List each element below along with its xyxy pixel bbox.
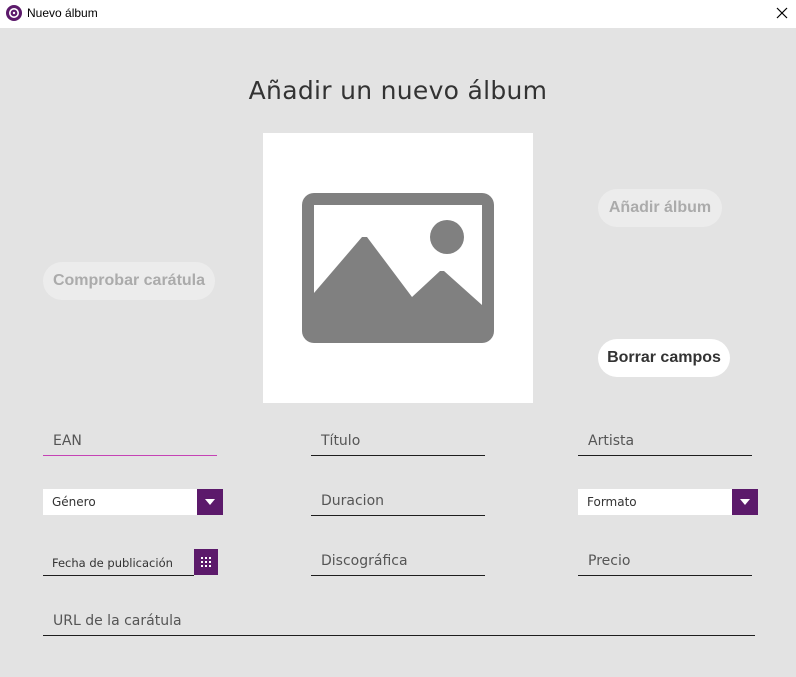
add-album-button[interactable]: Añadir álbum [598, 189, 722, 227]
clear-fields-button[interactable]: Borrar campos [598, 339, 730, 377]
image-placeholder-icon [302, 193, 494, 343]
artist-field[interactable]: Artista [578, 428, 752, 456]
close-icon [776, 7, 788, 19]
duration-placeholder: Duracion [321, 493, 385, 509]
format-placeholder: Formato [587, 495, 637, 509]
date-picker-button[interactable] [194, 549, 218, 575]
record-label-field[interactable]: Discográfica [311, 548, 485, 576]
genre-select[interactable]: Género [43, 489, 223, 515]
app-icon [6, 5, 22, 21]
window-title: Nuevo álbum [27, 6, 98, 20]
format-select[interactable]: Formato [578, 489, 758, 515]
cover-url-placeholder: URL de la carátula [53, 613, 182, 629]
release-date-field[interactable]: Fecha de publicación [43, 549, 194, 576]
duration-field[interactable]: Duracion [311, 488, 485, 516]
calendar-icon [201, 557, 211, 567]
page-title: Añadir un nuevo álbum [248, 76, 548, 105]
record-label-placeholder: Discográfica [321, 553, 408, 569]
ean-placeholder: EAN [53, 433, 82, 449]
format-dropdown-button[interactable] [732, 489, 758, 515]
price-field[interactable]: Precio [578, 548, 752, 576]
cover-preview [263, 133, 533, 403]
cover-url-field[interactable]: URL de la carátula [43, 608, 755, 636]
artist-placeholder: Artista [588, 433, 635, 449]
release-date-placeholder: Fecha de publicación [52, 556, 173, 570]
title-field[interactable]: Título [311, 428, 485, 456]
ean-field[interactable]: EAN [43, 428, 217, 456]
genre-dropdown-button[interactable] [197, 489, 223, 515]
chevron-down-icon [205, 499, 215, 505]
check-cover-button[interactable]: Comprobar carátula [43, 262, 215, 300]
price-placeholder: Precio [588, 553, 631, 569]
chevron-down-icon [740, 499, 750, 505]
title-placeholder: Título [321, 433, 361, 449]
window-titlebar: Nuevo álbum [0, 0, 796, 28]
close-button[interactable] [768, 0, 796, 28]
genre-placeholder: Género [52, 495, 96, 509]
